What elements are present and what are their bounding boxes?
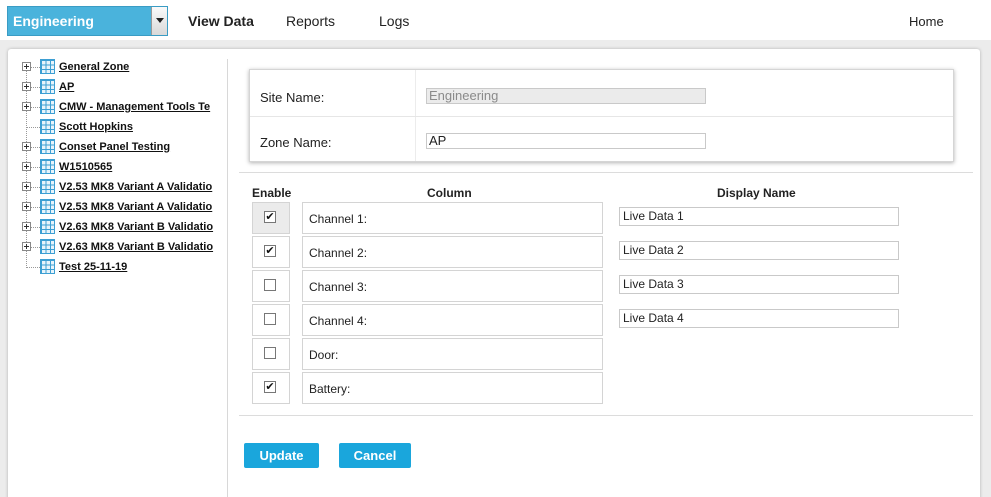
column-cell: Door: xyxy=(302,338,603,370)
grid-icon xyxy=(40,59,55,74)
enable-cell xyxy=(252,338,290,370)
grid-icon xyxy=(40,159,55,174)
enable-cell xyxy=(252,270,290,302)
site-name-field: Engineering xyxy=(426,88,706,104)
tree-item[interactable]: V2.63 MK8 Variant B Validatio xyxy=(22,238,226,258)
grid-icon xyxy=(40,259,55,274)
tree-item-label[interactable]: V2.53 MK8 Variant A Validatio xyxy=(59,181,212,193)
tree-item[interactable]: General Zone xyxy=(22,58,226,78)
tree-item[interactable]: V2.53 MK8 Variant A Validatio xyxy=(22,178,226,198)
channel-settings: Enable Column Display Name ✔ Channel 1: … xyxy=(239,172,973,416)
zone-name-label: Zone Name: xyxy=(260,135,332,150)
enable-cell: ✔ xyxy=(252,236,290,268)
cancel-button[interactable]: Cancel xyxy=(339,443,411,468)
tree-item[interactable]: CMW - Management Tools Te xyxy=(22,98,226,118)
tree-item-label[interactable]: Scott Hopkins xyxy=(59,121,133,133)
nav-reports[interactable]: Reports xyxy=(286,13,335,29)
enable-checkbox[interactable]: ✔ xyxy=(264,211,276,223)
panel-divider xyxy=(227,59,228,497)
enable-cell xyxy=(252,304,290,336)
expand-icon[interactable] xyxy=(22,102,31,111)
tree-item[interactable]: V2.63 MK8 Variant B Validatio xyxy=(22,218,226,238)
tree-item[interactable]: V2.53 MK8 Variant A Validatio xyxy=(22,198,226,218)
enable-cell: ✔ xyxy=(252,372,290,404)
display-name-input[interactable]: Live Data 2 xyxy=(619,241,899,260)
main-panel: General Zone AP CMW - Management Tools T… xyxy=(8,49,980,497)
nav-logs[interactable]: Logs xyxy=(379,13,409,29)
grid-icon xyxy=(40,239,55,254)
top-bar: Engineering View Data Reports Logs Home xyxy=(0,0,991,40)
expand-icon[interactable] xyxy=(22,162,31,171)
tree-item-label[interactable]: V2.63 MK8 Variant B Validatio xyxy=(59,221,213,233)
site-select-dropdown[interactable]: Engineering xyxy=(7,6,168,36)
column-label: Channel 3: xyxy=(309,280,368,294)
tree-item-label[interactable]: W1510565 xyxy=(59,161,112,173)
tree-item[interactable]: W1510565 xyxy=(22,158,226,178)
tree-item-label[interactable]: V2.53 MK8 Variant A Validatio xyxy=(59,201,212,213)
enable-checkbox[interactable] xyxy=(264,279,276,291)
column-label: Channel 4: xyxy=(309,314,368,328)
column-cell: Channel 2: xyxy=(302,236,603,268)
update-button[interactable]: Update xyxy=(244,443,319,468)
display-name-input[interactable]: Live Data 3 xyxy=(619,275,899,294)
expand-icon[interactable] xyxy=(22,62,31,71)
channel-row: Door: xyxy=(252,338,952,370)
tree-item-label[interactable]: V2.63 MK8 Variant B Validatio xyxy=(59,241,213,253)
column-header: Column xyxy=(427,186,472,200)
tree-item-label[interactable]: CMW - Management Tools Te xyxy=(59,101,210,113)
enable-checkbox[interactable]: ✔ xyxy=(264,245,276,257)
enable-checkbox[interactable] xyxy=(264,313,276,325)
channel-row: Channel 3: Live Data 3 xyxy=(252,270,952,302)
tree-item[interactable]: Scott Hopkins xyxy=(22,118,226,138)
dropdown-arrow-icon[interactable] xyxy=(151,7,167,35)
tree-item[interactable]: Test 25-11-19 xyxy=(22,258,226,278)
site-select-value: Engineering xyxy=(13,13,94,29)
nav-view-data[interactable]: View Data xyxy=(188,13,254,29)
grid-icon xyxy=(40,79,55,94)
tree-item-label[interactable]: Test 25-11-19 xyxy=(59,261,127,273)
display-name-header: Display Name xyxy=(717,186,796,200)
zone-tree: General Zone AP CMW - Management Tools T… xyxy=(8,49,226,497)
site-zone-card: Site Name: Engineering Zone Name: AP xyxy=(249,69,954,162)
column-label: Battery: xyxy=(309,382,351,396)
enable-header: Enable xyxy=(252,186,292,200)
column-cell: Channel 4: xyxy=(302,304,603,336)
column-label: Channel 1: xyxy=(309,212,368,226)
channel-row: ✔ Battery: xyxy=(252,372,952,404)
column-cell: Battery: xyxy=(302,372,603,404)
column-cell: Channel 1: xyxy=(302,202,603,234)
nav-home[interactable]: Home xyxy=(909,14,944,29)
expand-icon[interactable] xyxy=(22,182,31,191)
enable-checkbox[interactable] xyxy=(264,347,276,359)
grid-icon xyxy=(40,139,55,154)
column-cell: Channel 3: xyxy=(302,270,603,302)
expand-icon[interactable] xyxy=(22,82,31,91)
expand-icon[interactable] xyxy=(22,202,31,211)
tree-item-label[interactable]: AP xyxy=(59,81,74,93)
channel-row: ✔ Channel 1: Live Data 1 xyxy=(252,202,952,234)
enable-cell: ✔ xyxy=(252,202,290,234)
grid-icon xyxy=(40,179,55,194)
grid-icon xyxy=(40,119,55,134)
display-name-input[interactable]: Live Data 4 xyxy=(619,309,899,328)
channel-row: ✔ Channel 2: Live Data 2 xyxy=(252,236,952,268)
tree-item-label[interactable]: Conset Panel Testing xyxy=(59,141,170,153)
expand-icon[interactable] xyxy=(22,142,31,151)
expand-icon[interactable] xyxy=(22,222,31,231)
expand-icon[interactable] xyxy=(22,242,31,251)
grid-icon xyxy=(40,99,55,114)
column-label: Door: xyxy=(309,348,339,362)
tree-item[interactable]: AP xyxy=(22,78,226,98)
tree-item-label[interactable]: General Zone xyxy=(59,61,129,73)
grid-icon xyxy=(40,199,55,214)
display-name-input[interactable]: Live Data 1 xyxy=(619,207,899,226)
column-label: Channel 2: xyxy=(309,246,368,260)
enable-checkbox[interactable]: ✔ xyxy=(264,381,276,393)
zone-name-field[interactable]: AP xyxy=(426,133,706,149)
channel-row: Channel 4: Live Data 4 xyxy=(252,304,952,336)
grid-icon xyxy=(40,219,55,234)
tree-item[interactable]: Conset Panel Testing xyxy=(22,138,226,158)
site-name-label: Site Name: xyxy=(260,90,325,105)
